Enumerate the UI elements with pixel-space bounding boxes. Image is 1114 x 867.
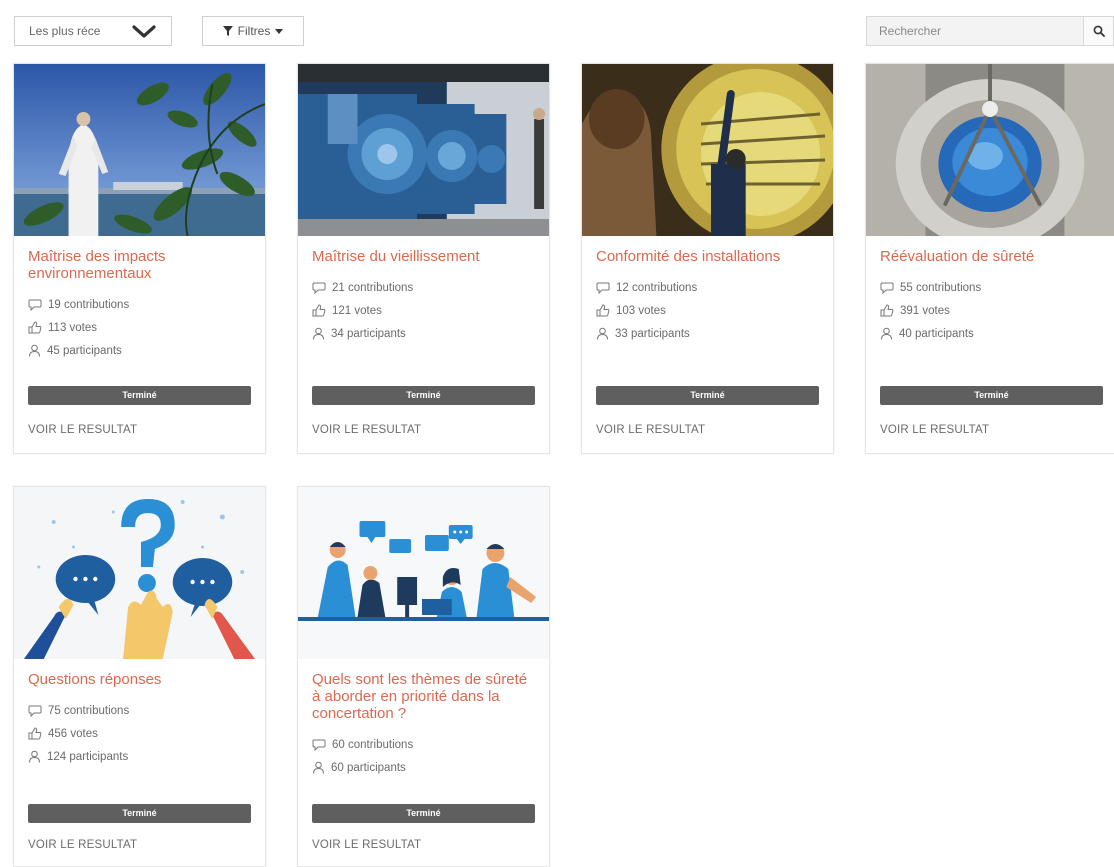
sort-select-value: Les plus réce (29, 24, 101, 38)
card-title[interactable]: Réévaluation de sûreté (880, 248, 1103, 265)
contributions-label: 75 contributions (48, 704, 130, 717)
person-icon (597, 327, 608, 340)
speech-bubble-icon (28, 299, 42, 311)
person-icon (313, 761, 324, 774)
card-body: Questions réponses 75 contributions 456 … (14, 659, 265, 768)
toolbar: Les plus réce Filtres (14, 16, 1114, 46)
votes-label: 103 votes (616, 304, 666, 317)
participants-label: 124 participants (47, 750, 129, 763)
card-body: Quels sont les thèmes de sûreté à aborde… (298, 659, 549, 779)
speech-bubble-icon (312, 282, 326, 294)
participants-count: 60 participants (312, 756, 535, 779)
view-result-link[interactable]: VOIR LE RESULTAT (880, 424, 989, 436)
contributions-label: 19 contributions (48, 298, 130, 311)
thumbs-up-icon (880, 304, 894, 317)
card-image-inspection (582, 64, 833, 236)
card-title[interactable]: Quels sont les thèmes de sûreté à aborde… (312, 671, 535, 722)
votes-count: 456 votes (28, 722, 251, 745)
contributions-label: 21 contributions (332, 281, 414, 294)
votes-label: 113 votes (48, 321, 98, 334)
votes-count: 391 votes (880, 299, 1103, 322)
votes-count: 121 votes (312, 299, 535, 322)
status-badge: Terminé (312, 386, 535, 405)
speech-bubble-icon (880, 282, 894, 294)
status-badge: Terminé (596, 386, 819, 405)
speech-bubble-icon (28, 705, 42, 717)
person-icon (29, 344, 40, 357)
speech-bubble-icon (596, 282, 610, 294)
contributions-count: 21 contributions (312, 276, 535, 299)
view-result-link[interactable]: VOIR LE RESULTAT (596, 424, 705, 436)
contributions-count: 12 contributions (596, 276, 819, 299)
consultation-card[interactable]: Conformité des installations 12 contribu… (581, 63, 834, 454)
magnifier-icon (1093, 25, 1105, 37)
participants-count: 45 participants (28, 339, 251, 362)
consultation-card[interactable]: Maîtrise des impacts environnementaux 19… (13, 63, 266, 454)
contributions-label: 12 contributions (616, 281, 698, 294)
votes-count: 113 votes (28, 316, 251, 339)
card-image-environment (14, 64, 265, 236)
chevron-down-icon (132, 25, 156, 38)
contributions-count: 19 contributions (28, 293, 251, 316)
funnel-icon (222, 26, 233, 36)
thumbs-up-icon (28, 321, 42, 334)
card-image-reactor (866, 64, 1114, 236)
participants-label: 40 participants (899, 327, 974, 340)
view-result-link[interactable]: VOIR LE RESULTAT (312, 424, 421, 436)
participants-count: 34 participants (312, 322, 535, 345)
sort-select[interactable]: Les plus réce (14, 16, 172, 46)
person-icon (881, 327, 892, 340)
card-image-machinery (298, 64, 549, 236)
caret-down-icon (275, 28, 284, 34)
status-badge: Terminé (312, 804, 535, 823)
votes-label: 121 votes (332, 304, 382, 317)
participants-label: 33 participants (615, 327, 690, 340)
card-body: Maîtrise du vieillissement 21 contributi… (298, 236, 549, 345)
card-title[interactable]: Maîtrise du vieillissement (312, 248, 535, 265)
card-title[interactable]: Questions réponses (28, 671, 251, 688)
participants-count: 33 participants (596, 322, 819, 345)
card-body: Maîtrise des impacts environnementaux 19… (14, 236, 265, 362)
status-badge: Terminé (28, 386, 251, 405)
thumbs-up-icon (312, 304, 326, 317)
participants-count: 40 participants (880, 322, 1103, 345)
card-image-team (298, 487, 549, 659)
person-icon (313, 327, 324, 340)
filter-button[interactable]: Filtres (202, 16, 304, 46)
card-title[interactable]: Maîtrise des impacts environnementaux (28, 248, 251, 282)
participants-label: 34 participants (331, 327, 406, 340)
filter-button-label: Filtres (237, 24, 271, 38)
votes-label: 456 votes (48, 727, 98, 740)
consultation-card[interactable]: Réévaluation de sûreté 55 contributions … (865, 63, 1114, 454)
participants-label: 45 participants (47, 344, 122, 357)
search-button[interactable] (1083, 17, 1113, 45)
contributions-count: 60 contributions (312, 733, 535, 756)
votes-label: 391 votes (900, 304, 950, 317)
consultation-card[interactable]: Questions réponses 75 contributions 456 … (13, 486, 266, 867)
thumbs-up-icon (596, 304, 610, 317)
participants-count: 124 participants (28, 745, 251, 768)
search-box (866, 16, 1114, 46)
contributions-count: 75 contributions (28, 699, 251, 722)
contributions-count: 55 contributions (880, 276, 1103, 299)
participants-label: 60 participants (331, 761, 406, 774)
view-result-link[interactable]: VOIR LE RESULTAT (28, 839, 137, 851)
status-badge: Terminé (880, 386, 1103, 405)
votes-count: 103 votes (596, 299, 819, 322)
consultation-card[interactable]: Quels sont les thèmes de sûreté à aborde… (297, 486, 550, 867)
contributions-label: 60 contributions (332, 738, 414, 751)
thumbs-up-icon (28, 727, 42, 740)
card-body: Conformité des installations 12 contribu… (582, 236, 833, 345)
contributions-label: 55 contributions (900, 281, 982, 294)
speech-bubble-icon (312, 739, 326, 751)
consultation-card[interactable]: Maîtrise du vieillissement 21 contributi… (297, 63, 550, 454)
card-title[interactable]: Conformité des installations (596, 248, 819, 265)
card-body: Réévaluation de sûreté 55 contributions … (866, 236, 1114, 345)
view-result-link[interactable]: VOIR LE RESULTAT (28, 424, 137, 436)
status-badge: Terminé (28, 804, 251, 823)
search-input[interactable] (867, 17, 1083, 45)
card-image-questions (14, 487, 265, 659)
view-result-link[interactable]: VOIR LE RESULTAT (312, 839, 421, 851)
person-icon (29, 750, 40, 763)
